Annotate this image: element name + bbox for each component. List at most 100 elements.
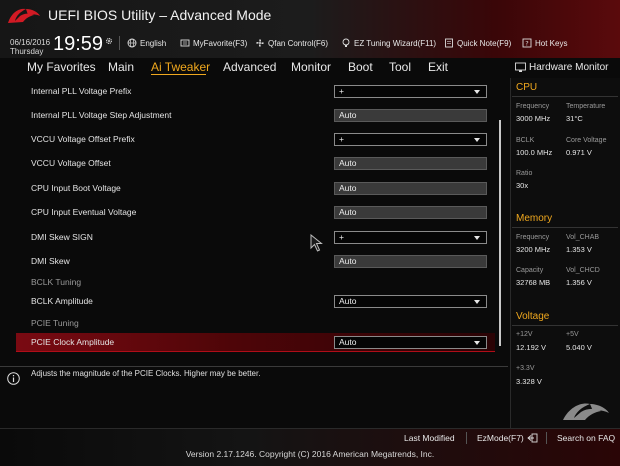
myfavorite-label: MyFavorite(F3)	[193, 38, 248, 48]
dropdown-value: Auto	[339, 296, 357, 306]
v33-label: +3.3V	[516, 365, 535, 372]
rog-logo-icon	[8, 8, 40, 23]
ezmode-label: EzMode(F7)	[477, 433, 524, 443]
dmi-skew-sign-dropdown[interactable]: +	[334, 231, 487, 244]
setting-label: BCLK Amplitude	[31, 296, 93, 306]
cpu-temperature-value: 31°C	[566, 114, 583, 123]
bclk-value: 100.0 MHz	[516, 148, 553, 157]
chevron-down-icon	[474, 236, 480, 240]
day-label: Thursday	[10, 47, 44, 56]
cpu-heading: CPU	[516, 82, 538, 93]
cpu-frequency-label: Frequency	[516, 103, 550, 110]
setting-label: VCCU Voltage Offset Prefix	[31, 134, 135, 144]
hardware-monitor-title: Hardware Monitor	[529, 62, 609, 73]
memory-heading: Memory	[516, 213, 553, 224]
dropdown-value: Auto	[339, 337, 357, 347]
tab-monitor[interactable]: Monitor	[291, 60, 331, 74]
quick-note-button[interactable]: Quick Note(F9)	[444, 36, 511, 50]
help-icon: ?	[522, 38, 532, 48]
vccu-voltage-offset-prefix-dropdown[interactable]: +	[334, 133, 487, 146]
gear-icon[interactable]	[105, 37, 113, 45]
setting-label: VCCU Voltage Offset	[31, 158, 111, 168]
ez-tuning-wizard-button[interactable]: EZ Tuning Wizard(F11)	[341, 36, 436, 50]
section-divider	[512, 227, 618, 228]
footer-divider	[466, 432, 467, 444]
tab-exit[interactable]: Exit	[428, 60, 448, 74]
core-voltage-value: 0.971 V	[566, 148, 592, 157]
cpu-input-eventual-voltage-field[interactable]: Auto	[334, 206, 487, 219]
language-button[interactable]: English	[127, 36, 166, 50]
myfavorite-button[interactable]: MyFavorite(F3)	[180, 36, 247, 50]
vol-chcd-value: 1.356 V	[566, 278, 592, 287]
hot-keys-label: Hot Keys	[535, 38, 568, 48]
dropdown-value: +	[339, 86, 344, 96]
clock: 19:59	[53, 33, 104, 55]
dropdown-value: +	[339, 232, 344, 242]
vccu-voltage-offset-field[interactable]: Auto	[334, 157, 487, 170]
hot-keys-button[interactable]: ? Hot Keys	[522, 36, 567, 50]
help-text: Adjusts the magnitude of the PCIE Clocks…	[31, 369, 261, 378]
voltage-heading: Voltage	[516, 311, 550, 322]
footer-divider	[546, 432, 547, 444]
pcie-clock-amplitude-dropdown[interactable]: Auto	[334, 336, 487, 349]
tab-main[interactable]: Main	[108, 60, 134, 74]
tab-boot[interactable]: Boot	[348, 60, 373, 74]
capacity-label: Capacity	[516, 267, 544, 274]
last-modified-button[interactable]: Last Modified	[404, 433, 455, 443]
section-divider	[512, 325, 618, 326]
note-icon	[445, 38, 453, 48]
tab-ai-tweaker[interactable]: Ai Tweaker	[151, 60, 210, 74]
internal-pll-voltage-step-field[interactable]: Auto	[334, 109, 487, 122]
core-voltage-label: Core Voltage	[566, 137, 607, 144]
search-faq-button[interactable]: Search on FAQ	[557, 433, 615, 443]
v12-value: 12.192 V	[516, 343, 547, 352]
chevron-down-icon	[474, 300, 480, 304]
qfan-label: Qfan Control(F6)	[268, 38, 329, 48]
svg-text:?: ?	[525, 40, 528, 48]
date-label: 06/16/2016	[10, 38, 51, 47]
capacity-value: 32768 MB	[516, 278, 551, 287]
fan-icon	[256, 39, 264, 47]
pcie-tuning-subheader: PCIE Tuning	[31, 318, 79, 328]
chevron-down-icon	[474, 90, 480, 94]
vol-chcd-label: Vol_CHCD	[566, 267, 600, 274]
qfan-control-button[interactable]: Qfan Control(F6)	[255, 36, 328, 50]
dmi-skew-field[interactable]: Auto	[334, 255, 487, 268]
ez-tuning-label: EZ Tuning Wizard(F11)	[354, 38, 437, 48]
setting-label: PCIE Clock Amplitude	[31, 337, 115, 347]
setting-label: CPU Input Boot Voltage	[31, 183, 121, 193]
setting-label: DMI Skew	[31, 256, 70, 266]
version-text: Version 2.17.1246. Copyright (C) 2016 Am…	[185, 449, 435, 459]
globe-icon	[127, 38, 137, 48]
ezmode-button[interactable]: EzMode(F7)	[477, 433, 538, 443]
header-divider	[119, 36, 120, 50]
vol-chab-label: Vol_CHAB	[566, 234, 600, 241]
ratio-value: 30x	[516, 181, 529, 190]
bclk-label: BCLK	[516, 137, 535, 144]
chevron-down-icon	[474, 341, 480, 345]
setting-label: DMI Skew SIGN	[31, 232, 93, 242]
rog-eye-logo-icon	[563, 403, 609, 420]
v12-label: +12V	[516, 331, 533, 338]
section-divider	[512, 96, 618, 97]
favorite-icon	[180, 39, 190, 47]
v33-value: 3.328 V	[516, 377, 542, 386]
monitor-icon	[515, 62, 526, 72]
cpu-frequency-value: 3000 MHz	[516, 114, 551, 123]
tab-advanced[interactable]: Advanced	[223, 60, 276, 74]
chevron-down-icon	[474, 138, 480, 142]
setting-label: Internal PLL Voltage Prefix	[31, 86, 132, 96]
cpu-input-boot-voltage-field[interactable]: Auto	[334, 182, 487, 195]
dropdown-value: +	[339, 134, 344, 144]
internal-pll-voltage-prefix-dropdown[interactable]: +	[334, 85, 487, 98]
cpu-temperature-label: Temperature	[566, 103, 606, 110]
active-tab-underline	[151, 74, 206, 75]
info-icon	[7, 372, 20, 385]
exit-arrow-icon	[527, 433, 538, 443]
setting-label: CPU Input Eventual Voltage	[31, 207, 137, 217]
scrollbar[interactable]	[499, 120, 501, 346]
bclk-amplitude-dropdown[interactable]: Auto	[334, 295, 487, 308]
tab-tool[interactable]: Tool	[389, 60, 411, 74]
tab-my-favorites[interactable]: My Favorites	[27, 60, 96, 74]
lightbulb-icon	[342, 38, 350, 47]
